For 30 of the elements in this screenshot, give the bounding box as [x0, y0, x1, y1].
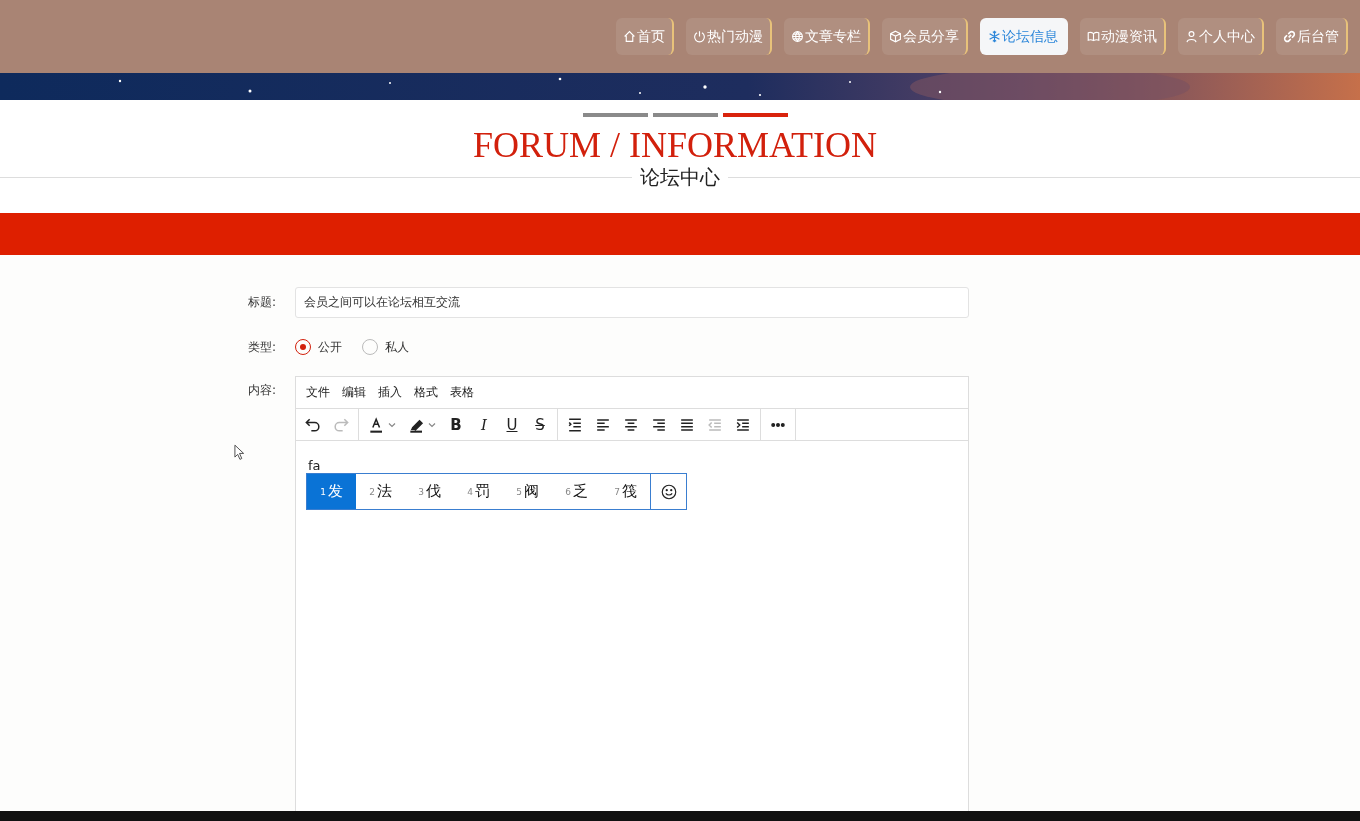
radio-option[interactable]: 公开: [295, 332, 342, 362]
format-button[interactable]: U: [499, 411, 525, 438]
more-icon: [771, 422, 785, 427]
menu-item[interactable]: 插入: [372, 384, 408, 401]
menu-item[interactable]: 编辑: [336, 384, 372, 401]
menu-item[interactable]: 格式: [408, 384, 444, 401]
power-icon: [693, 30, 706, 43]
format-button[interactable]: I: [471, 411, 497, 438]
smiley-icon: [659, 482, 678, 501]
section-title: FORUM / INFORMATION: [472, 126, 878, 166]
snowflake-icon: [988, 30, 1001, 43]
home-icon: [623, 30, 636, 43]
link-icon: [1283, 30, 1296, 43]
mouse-pointer-icon: [234, 444, 245, 461]
radio-option[interactable]: 私人: [362, 332, 409, 362]
field-label: 标题:: [248, 294, 278, 311]
field-label: 内容:: [248, 382, 278, 399]
field-label: 类型:: [248, 338, 278, 356]
section-subtitle: 论坛中心: [639, 163, 721, 191]
menu-item[interactable]: 表格: [444, 384, 480, 401]
person-icon: [1185, 30, 1198, 43]
title-field[interactable]: 会员之间可以在论坛相互交流: [295, 287, 969, 318]
candidate-item[interactable]: 1 发: [307, 474, 356, 509]
menu-item[interactable]: 文件: [300, 384, 336, 401]
format-button[interactable]: B: [443, 411, 469, 438]
book-icon: [1087, 30, 1100, 43]
format-button[interactable]: S: [527, 411, 553, 438]
nav-tab[interactable]: 论坛信息: [980, 18, 1068, 55]
globe-icon: [791, 30, 804, 43]
cube-icon: [889, 30, 902, 43]
